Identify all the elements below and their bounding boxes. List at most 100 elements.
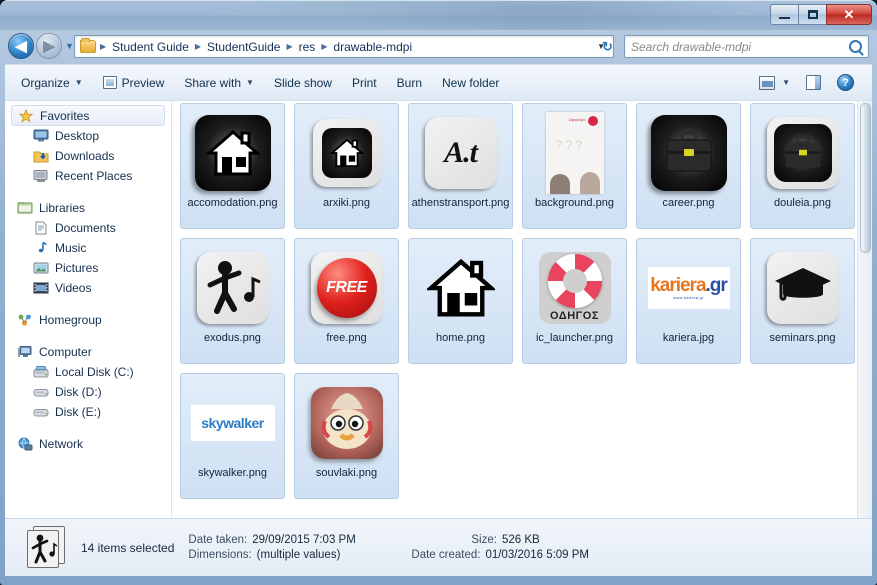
close-button[interactable]: ✕ xyxy=(826,4,872,25)
breadcrumb-item-1[interactable]: StudentGuide xyxy=(203,39,284,55)
close-icon: ✕ xyxy=(843,6,855,22)
file-tile[interactable]: seminars.png xyxy=(750,238,855,364)
file-tile[interactable]: skywalker skywalker.png xyxy=(180,373,285,499)
lifebuoy-shape xyxy=(547,254,602,308)
house-dark-icon xyxy=(194,115,271,191)
preview-pane-icon xyxy=(806,75,821,90)
breadcrumb-separator: ▶ xyxy=(194,42,202,51)
sidebar-item-desktop[interactable]: Desktop xyxy=(5,126,171,146)
refresh-button[interactable]: ↻ xyxy=(602,38,617,56)
breadcrumb-item-3[interactable]: drawable-mdpi xyxy=(329,39,416,55)
chevron-down-icon: ▼ xyxy=(246,78,254,87)
share-with-button[interactable]: Share with ▼ xyxy=(174,71,264,95)
status-column-left: Date taken: 29/09/2015 7:03 PM Dimension… xyxy=(188,534,383,561)
status-value: (multiple values) xyxy=(256,549,341,561)
file-tile[interactable]: Ωρολόγιο ? ? ? background.png xyxy=(522,103,627,229)
recent-places-icon xyxy=(33,170,48,182)
back-button[interactable]: ◀ xyxy=(8,33,34,59)
file-list-pane[interactable]: accomodation.png arxiki.png A.t athenstr… xyxy=(172,101,872,518)
sidebar-item-disk-e[interactable]: Disk (E:) xyxy=(5,402,171,422)
status-bar: 14 items selected Date taken: 29/09/2015… xyxy=(5,518,872,576)
file-tile[interactable]: A.t athenstransport.png xyxy=(408,103,513,229)
new-folder-label: New folder xyxy=(442,75,500,90)
chevron-down-icon: ▼ xyxy=(74,78,83,87)
sidebar-item-videos[interactable]: Videos xyxy=(5,278,171,298)
briefcase-card-icon xyxy=(766,117,839,189)
sidebar-item-recent-places[interactable]: Recent Places xyxy=(5,166,171,186)
search-box[interactable] xyxy=(624,35,869,58)
scrollbar-thumb[interactable] xyxy=(860,103,871,253)
slide-show-label: Slide show xyxy=(273,75,332,90)
drive-icon xyxy=(33,409,49,417)
local-disk-icon xyxy=(33,366,49,378)
print-button[interactable]: Print xyxy=(342,71,387,95)
kariera-logo-icon: kariera.gr www.kariera.gr xyxy=(647,267,730,309)
file-name: seminars.png xyxy=(769,332,836,344)
sidebar-item-music[interactable]: Music xyxy=(5,238,171,258)
file-tile[interactable]: FREE free.png xyxy=(294,238,399,364)
drive-icon xyxy=(33,389,49,397)
sidebar-label: Homegroup xyxy=(39,313,102,327)
file-tile[interactable]: souvlaki.png xyxy=(294,373,399,499)
sidebar-label: Favorites xyxy=(40,108,90,123)
refresh-icon: ↻ xyxy=(602,39,613,54)
sidebar-item-homegroup[interactable]: Homegroup xyxy=(5,310,171,330)
sidebar-item-libraries[interactable]: Libraries xyxy=(5,198,171,218)
navigation-pane[interactable]: Favorites Desktop Downloads Recent Place… xyxy=(5,101,172,518)
file-tile[interactable]: ΟΔΗΓΟΣ ic_launcher.png xyxy=(522,238,627,364)
search-input[interactable] xyxy=(631,39,849,54)
explorer-window: ✕ ◀ ▶ ▼ ▶ Student Guide ▶ StudentGuide ▶… xyxy=(0,0,877,585)
file-name: career.png xyxy=(662,197,715,209)
status-column-right: Size: 526 KB Date created: 01/03/2016 5:… xyxy=(411,534,671,561)
breadcrumb-separator: ▶ xyxy=(286,42,293,51)
sidebar-label: Libraries xyxy=(39,201,86,215)
file-tile[interactable]: kariera.gr www.kariera.gr kariera.jpg xyxy=(636,238,741,364)
file-tile[interactable]: home.png xyxy=(408,238,513,364)
sidebar-item-pictures[interactable]: Pictures xyxy=(5,258,171,278)
sidebar-item-computer[interactable]: Computer xyxy=(5,342,171,362)
kariera-tagline: www.kariera.gr xyxy=(673,294,704,300)
poster-photo-icon: Ωρολόγιο ? ? ? xyxy=(545,112,604,194)
file-tile[interactable]: douleia.png xyxy=(750,103,855,229)
preview-label: Preview xyxy=(121,75,165,90)
organize-label: Organize xyxy=(21,75,70,90)
back-arrow-icon: ◀ xyxy=(15,38,27,55)
sidebar-item-downloads[interactable]: Downloads xyxy=(5,146,171,166)
sidebar-item-favorites[interactable]: Favorites xyxy=(11,105,165,126)
stacked-images-icon xyxy=(27,525,67,570)
breadcrumb-item-0[interactable]: Student Guide xyxy=(108,39,193,55)
computer-icon xyxy=(18,346,32,357)
file-tile[interactable]: accomodation.png xyxy=(180,103,285,229)
sidebar-item-disk-d[interactable]: Disk (D:) xyxy=(5,382,171,402)
file-tile[interactable]: arxiki.png xyxy=(294,103,399,229)
file-tile[interactable]: career.png xyxy=(636,103,741,229)
slide-show-button[interactable]: Slide show xyxy=(264,71,342,95)
sidebar-label: Pictures xyxy=(55,261,99,275)
at-script-icon: A.t xyxy=(424,117,497,189)
sidebar-item-local-disk-c[interactable]: Local Disk (C:) xyxy=(5,362,171,382)
breadcrumb-item-2[interactable]: res xyxy=(295,39,320,55)
new-folder-button[interactable]: New folder xyxy=(432,71,509,95)
share-with-label: Share with xyxy=(184,75,242,90)
maximize-button[interactable] xyxy=(798,4,827,25)
preview-button[interactable]: Preview xyxy=(93,71,175,95)
address-bar[interactable]: ▶ Student Guide ▶ StudentGuide ▶ res ▶ d… xyxy=(74,35,614,58)
house-plain-icon xyxy=(423,253,499,323)
change-view-button[interactable]: ▼ xyxy=(753,72,796,94)
organize-button[interactable]: Organize ▼ xyxy=(11,71,93,95)
explorer-body: Favorites Desktop Downloads Recent Place… xyxy=(5,100,872,518)
recent-locations-caret-icon[interactable]: ▼ xyxy=(65,41,74,51)
help-button[interactable]: ? xyxy=(831,70,860,95)
vertical-scrollbar[interactable] xyxy=(857,101,872,518)
status-field-dimensions: Dimensions: (multiple values) xyxy=(188,549,383,561)
sidebar-item-network[interactable]: Network xyxy=(5,434,171,454)
minimize-button[interactable] xyxy=(770,4,799,25)
window-controls: ✕ xyxy=(770,4,872,25)
sidebar-item-documents[interactable]: Documents xyxy=(5,218,171,238)
show-preview-pane-button[interactable] xyxy=(798,71,829,94)
briefcase-dark-icon xyxy=(650,115,727,191)
free-badge-icon: FREE xyxy=(310,252,383,324)
file-tile[interactable]: exodus.png xyxy=(180,238,285,364)
forward-button[interactable]: ▶ xyxy=(36,33,62,59)
burn-button[interactable]: Burn xyxy=(387,71,432,95)
